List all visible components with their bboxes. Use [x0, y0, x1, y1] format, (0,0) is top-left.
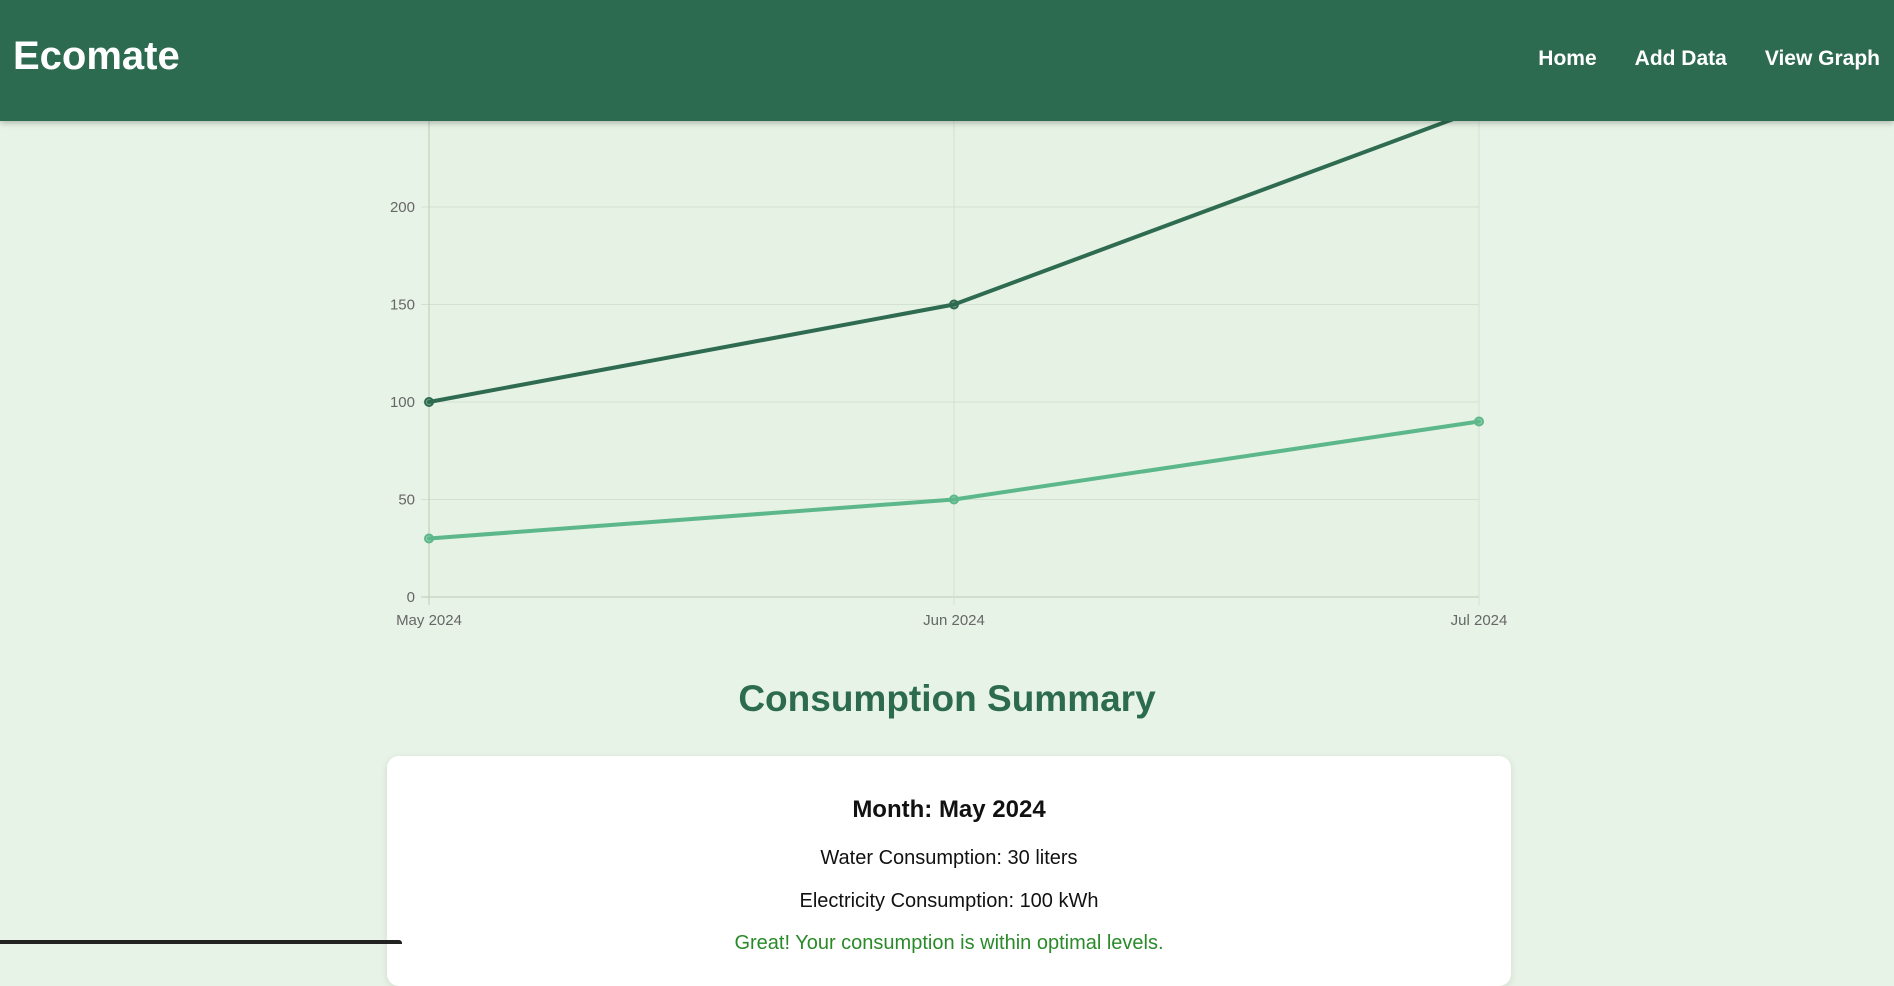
data-point [424, 533, 434, 544]
data-point [949, 494, 959, 505]
top-navbar: Ecomate Home Add Data View Graph [0, 0, 1894, 121]
electricity-consumption-text: Electricity Consumption: 100 kWh [799, 890, 1099, 912]
x-tick-label: Jun 2024 [923, 612, 985, 629]
bottom-scroll-indicator [0, 940, 402, 944]
summary-month: Month: May 2024 [852, 796, 1046, 823]
data-point [1474, 416, 1484, 427]
summary-card: Month: May 2024 Water Consumption: 30 li… [387, 756, 1511, 986]
water-consumption-text: Water Consumption: 30 liters [820, 847, 1078, 869]
brand-logo-text[interactable]: Ecomate [13, 36, 180, 76]
y-tick-label: 100 [390, 394, 415, 411]
y-tick-label: 150 [390, 297, 415, 314]
summary-heading: Consumption Summary [738, 678, 1156, 719]
data-point [424, 397, 434, 407]
data-point [949, 299, 959, 310]
x-tick-label: Jul 2024 [1451, 612, 1508, 629]
nav-links: Home Add Data View Graph [1538, 48, 1880, 69]
y-tick-label: 50 [398, 492, 415, 509]
consumption-status-message: Great! Your consumption is within optima… [734, 932, 1164, 954]
y-tick-label: 0 [407, 589, 415, 606]
nav-add-data-link[interactable]: Add Data [1635, 48, 1727, 69]
y-tick-label: 200 [390, 199, 415, 216]
nav-view-graph-link[interactable]: View Graph [1765, 48, 1880, 69]
x-tick-label: May 2024 [396, 612, 462, 629]
nav-home-link[interactable]: Home [1538, 48, 1596, 69]
